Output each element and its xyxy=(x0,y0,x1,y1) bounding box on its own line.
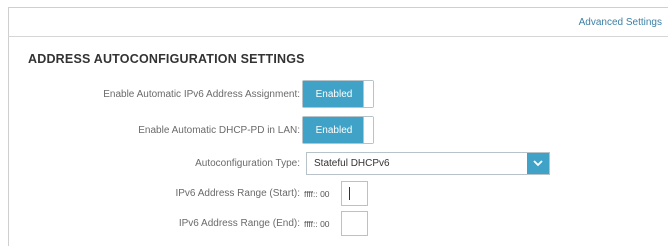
toggle-knob xyxy=(363,81,373,107)
dhcp-pd-toggle[interactable]: Enabled xyxy=(302,116,374,144)
range-start-prefix: ffff:: 00 xyxy=(304,189,330,199)
range-start-label: IPv6 Address Range (Start): xyxy=(175,188,300,199)
auto-ipv6-toggle-state: Enabled xyxy=(303,81,365,107)
range-end-input[interactable] xyxy=(341,211,368,236)
auto-ipv6-label: Enable Automatic IPv6 Address Assignment… xyxy=(103,89,300,100)
range-end-label: IPv6 Address Range (End): xyxy=(178,218,300,229)
autoconfig-type-select[interactable]: Stateful DHCPv6 xyxy=(306,152,550,175)
dhcp-pd-label: Enable Automatic DHCP-PD in LAN: xyxy=(138,125,300,136)
text-cursor xyxy=(349,187,350,200)
chevron-down-icon[interactable] xyxy=(527,153,549,174)
autoconfig-type-value: Stateful DHCPv6 xyxy=(314,158,390,169)
toggle-knob xyxy=(363,117,373,143)
autoconfig-type-label: Autoconfiguration Type: xyxy=(195,158,300,169)
header-divider xyxy=(8,36,668,37)
section-title: ADDRESS AUTOCONFIGURATION SETTINGS xyxy=(28,52,305,66)
advanced-settings-link[interactable]: Advanced Settings xyxy=(579,17,662,28)
range-start-input[interactable] xyxy=(341,181,368,206)
dhcp-pd-toggle-state: Enabled xyxy=(303,117,365,143)
auto-ipv6-toggle[interactable]: Enabled xyxy=(302,80,374,108)
range-end-prefix: ffff:: 00 xyxy=(304,219,330,229)
